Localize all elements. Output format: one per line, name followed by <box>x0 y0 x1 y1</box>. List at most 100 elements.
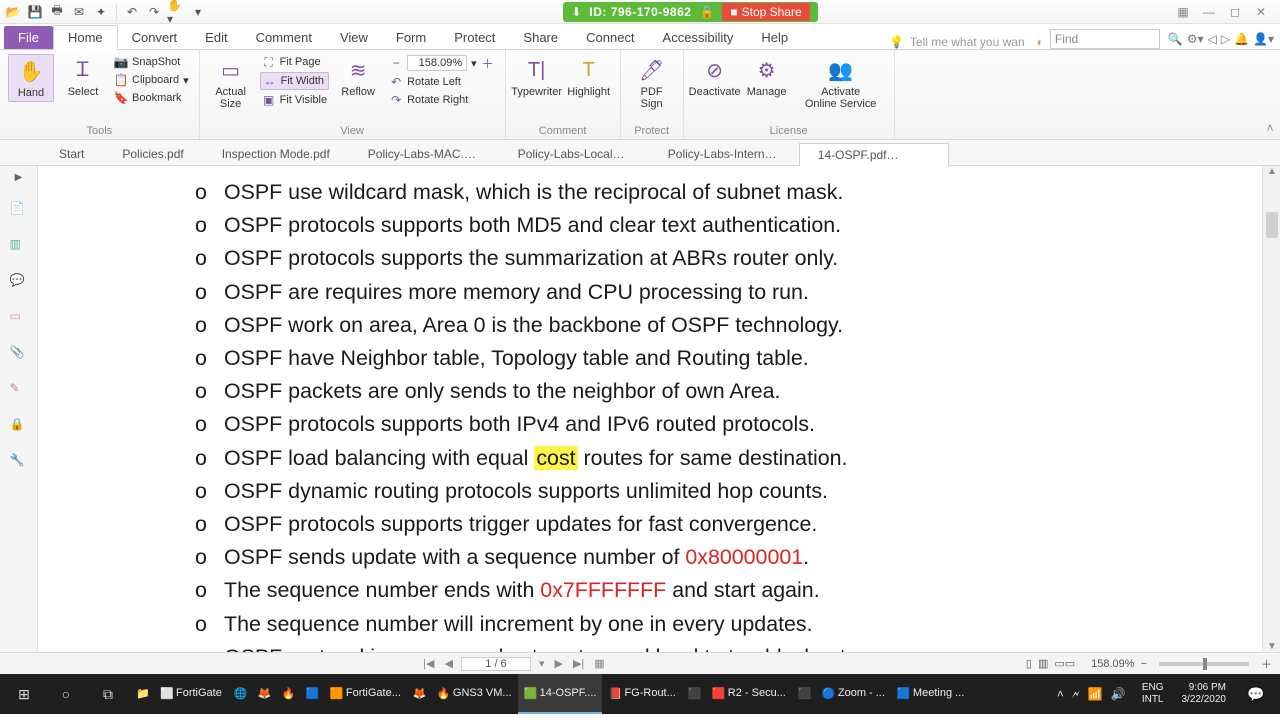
tray-lang[interactable]: ENGINTL <box>1134 682 1172 706</box>
next-page-icon[interactable]: ▶ <box>553 657 565 670</box>
settings-icon[interactable]: ⚙▾ <box>1187 32 1204 46</box>
undo-icon[interactable]: ↶ <box>123 3 141 21</box>
bookmark-button[interactable]: 🔖Bookmark <box>112 90 191 106</box>
qat-more-icon[interactable]: ▾ <box>189 3 207 21</box>
taskbar-item[interactable]: 🟧FortiGate... <box>324 674 407 714</box>
taskbar-item[interactable]: ⬛ <box>682 674 706 714</box>
email-icon[interactable]: ✉ <box>70 3 88 21</box>
taskbar-item[interactable]: 📕FG-Rout... <box>602 674 681 714</box>
notifications-icon[interactable]: 💬 <box>1236 674 1276 714</box>
ribbon-display-icon[interactable]: ▦ <box>1174 5 1192 19</box>
stamps-icon[interactable]: ▭ <box>10 309 28 327</box>
document-page[interactable]: oOSPF use wildcard mask, which is the re… <box>38 166 1262 652</box>
menu-convert[interactable]: Convert <box>118 26 192 49</box>
new-icon[interactable]: ✦ <box>92 3 110 21</box>
hand-tool-button[interactable]: ✋Hand <box>8 54 54 102</box>
save-icon[interactable]: 💾 <box>26 3 44 21</box>
hand-qat-icon[interactable]: ✋▾ <box>167 3 185 21</box>
snapshot-button[interactable]: 📷SnapShot <box>112 54 191 70</box>
minimize-icon[interactable]: ― <box>1200 5 1218 19</box>
security-icon[interactable]: 🔒 <box>10 417 28 435</box>
fit-visible-button[interactable]: ▣Fit Visible <box>260 92 329 108</box>
taskbar-item[interactable]: 🦊 <box>252 674 276 714</box>
menu-file[interactable]: File <box>4 26 53 49</box>
taskbar-item[interactable]: 🟦 <box>300 674 324 714</box>
zoom-out-icon[interactable]: − <box>1141 658 1147 670</box>
actual-size-button[interactable]: ▭Actual Size <box>208 54 254 112</box>
select-tool-button[interactable]: ᏆSelect <box>60 54 106 100</box>
fit-page-button[interactable]: ⛶Fit Page <box>260 54 329 70</box>
last-page-icon[interactable]: ▶| <box>571 657 586 670</box>
close-tab-icon[interactable]: ✕ <box>927 148 937 162</box>
rotate-right-button[interactable]: ↷Rotate Right <box>387 92 497 108</box>
activate-online-button[interactable]: 👥Activate Online Service <box>796 54 886 112</box>
doc-tab[interactable]: Policy-Labs-MAC.pdf <box>349 142 499 165</box>
taskbar-item[interactable]: 📁 <box>130 674 154 714</box>
layers-icon[interactable]: ▥ <box>10 237 28 255</box>
find-input[interactable]: Find <box>1050 29 1160 49</box>
user-icon[interactable]: 👤▾ <box>1253 32 1274 46</box>
menu-home[interactable]: Home <box>53 25 118 50</box>
taskbar-item[interactable]: 🟩14-OSPF.... <box>518 674 603 714</box>
doc-tab[interactable]: Policies.pdf <box>103 142 202 165</box>
page-dropdown-icon[interactable]: ▾ <box>537 657 547 670</box>
zoom-in-icon[interactable]: ＋ <box>1261 656 1272 672</box>
tell-me-box[interactable]: 💡Tell me what you wan <box>883 35 1031 49</box>
pages-icon[interactable]: 📄 <box>10 201 28 219</box>
pdf-sign-button[interactable]: 🖊PDF Sign <box>629 54 675 112</box>
thumbnail-icon[interactable]: ▦ <box>592 657 606 670</box>
zoom-control[interactable]: −158.09%▾＋ <box>387 54 497 72</box>
nav-next-icon[interactable]: ▷ <box>1221 32 1230 46</box>
open-icon[interactable]: 📂 <box>4 3 22 21</box>
rotate-left-button[interactable]: ↶Rotate Left <box>387 74 497 90</box>
menu-view[interactable]: View <box>326 26 382 49</box>
menu-edit[interactable]: Edit <box>191 26 241 49</box>
stop-share-button[interactable]: ■ Stop Share <box>722 3 809 21</box>
vertical-scrollbar[interactable]: ▲ ▼ <box>1262 166 1280 652</box>
doc-tab[interactable]: Inspection Mode.pdf <box>203 142 349 165</box>
signatures-icon[interactable]: ✎ <box>10 381 28 399</box>
menu-protect[interactable]: Protect <box>440 26 509 49</box>
highlight-button[interactable]: THighlight <box>566 54 612 100</box>
fix-icon[interactable]: 🔧 <box>10 453 28 471</box>
menu-connect[interactable]: Connect <box>572 26 648 49</box>
menu-share[interactable]: Share <box>509 26 572 49</box>
taskview-icon[interactable]: ⧉ <box>88 674 128 714</box>
maximize-icon[interactable]: ◻ <box>1226 5 1244 19</box>
nav-prev-icon[interactable]: ◁ <box>1208 32 1217 46</box>
reflow-button[interactable]: ≋Reflow <box>335 54 381 100</box>
sync-icon[interactable]: ◐ <box>1031 35 1050 49</box>
menu-comment[interactable]: Comment <box>242 26 326 49</box>
taskbar-item[interactable]: 🌐 <box>228 674 252 714</box>
tray-icons[interactable]: ˄🗲📶🔊 <box>1051 687 1132 702</box>
redo-icon[interactable]: ↷ <box>145 3 163 21</box>
menu-form[interactable]: Form <box>382 26 440 49</box>
taskbar-item[interactable]: 🦊 <box>407 674 431 714</box>
viewmode-facing-icon[interactable]: ▭▭ <box>1054 657 1075 670</box>
viewmode-cont-icon[interactable]: ▥ <box>1038 657 1048 670</box>
search-icon[interactable]: 🔍 <box>1168 32 1183 46</box>
prev-page-icon[interactable]: ◀ <box>443 657 455 670</box>
manage-button[interactable]: ⚙Manage <box>744 54 790 100</box>
typewriter-button[interactable]: T|Typewriter <box>514 54 560 100</box>
doc-tab[interactable]: Policy-Labs-LocalUser.... <box>499 142 649 165</box>
comments-icon[interactable]: 💬 <box>10 273 28 291</box>
clipboard-button[interactable]: 📋Clipboard▾ <box>112 72 191 88</box>
cortana-icon[interactable]: ○ <box>46 674 86 714</box>
menu-accessibility[interactable]: Accessibility <box>649 26 748 49</box>
viewmode-single-icon[interactable]: ▯ <box>1026 657 1032 670</box>
attachments-icon[interactable]: 📎 <box>10 345 28 363</box>
taskbar-item[interactable]: 🔵Zoom - ... <box>816 674 891 714</box>
fit-width-button[interactable]: ↔Fit Width <box>260 72 329 90</box>
taskbar-item[interactable]: ⬜FortiGate <box>154 674 228 714</box>
zoom-slider[interactable] <box>1159 662 1249 666</box>
taskbar-item[interactable]: ⬛ <box>792 674 816 714</box>
tab-start[interactable]: Start <box>40 142 103 165</box>
start-button[interactable]: ⊞ <box>4 674 44 714</box>
first-page-icon[interactable]: |◀ <box>421 657 436 670</box>
expand-nav-icon[interactable]: ▶ <box>15 172 23 183</box>
bell-icon[interactable]: 🔔 <box>1234 32 1249 46</box>
page-number-box[interactable]: 1 / 6 <box>461 657 531 671</box>
tray-clock[interactable]: 9:06 PM3/22/2020 <box>1174 682 1235 706</box>
doc-tab[interactable]: 14-OSPF.pdf✕ <box>799 143 949 166</box>
